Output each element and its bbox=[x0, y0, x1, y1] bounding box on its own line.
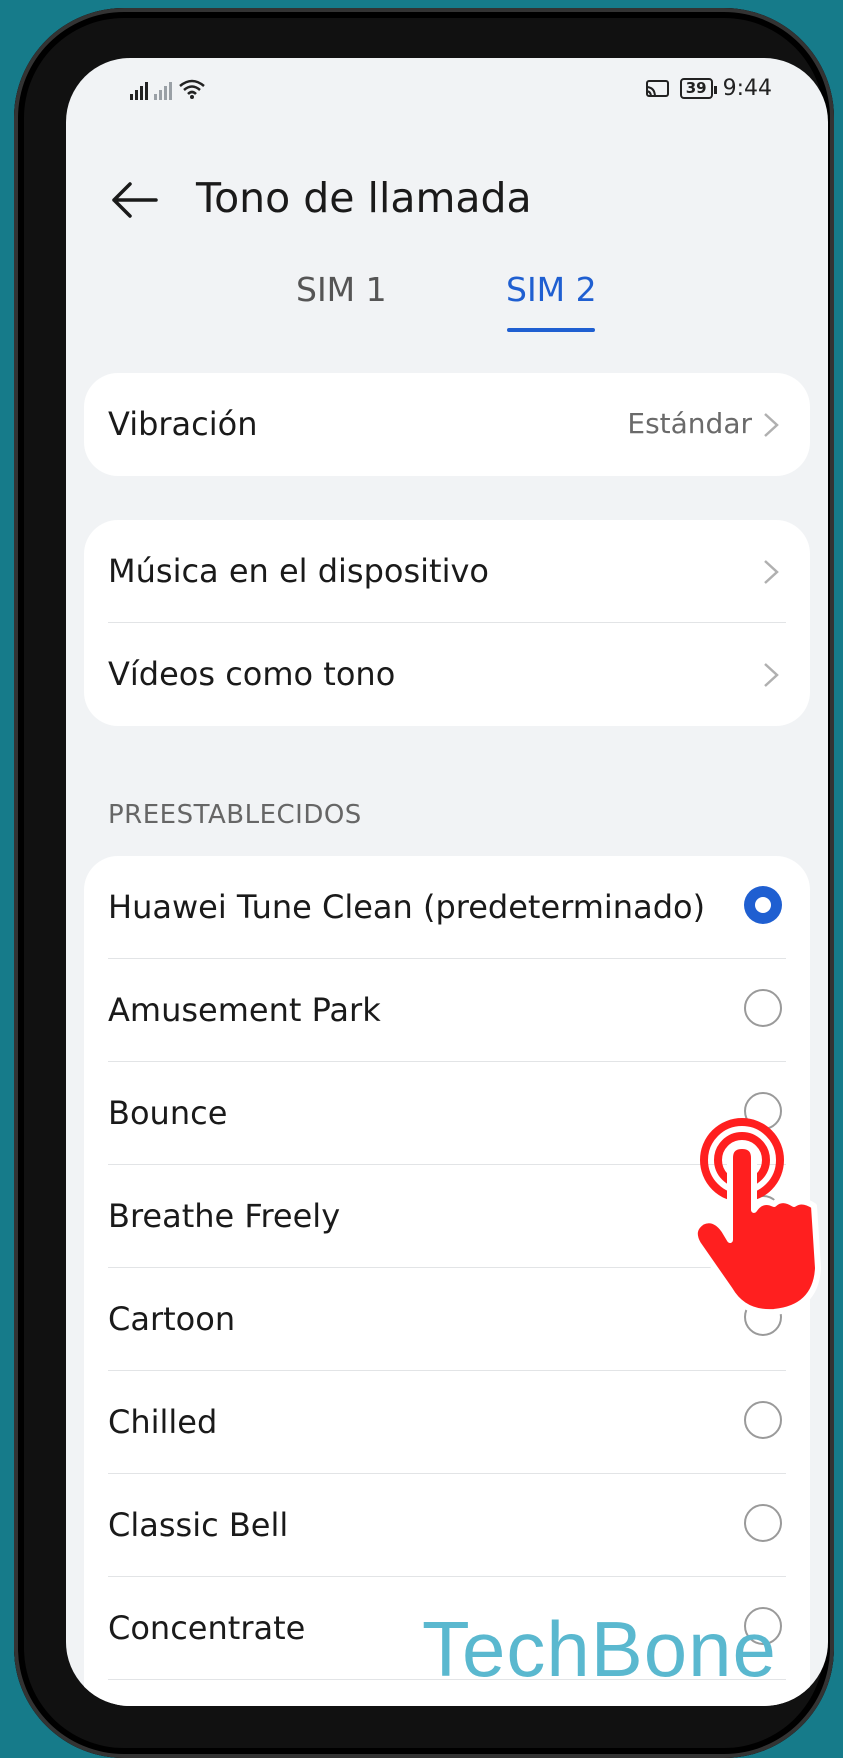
radio-unselected[interactable] bbox=[744, 989, 782, 1027]
sim-tabs: SIM 1 SIM 2 bbox=[66, 270, 828, 350]
vibration-value: Estándar bbox=[627, 407, 752, 440]
vibration-label: Vibración bbox=[108, 405, 258, 443]
source-row-videos[interactable]: Vídeos como tono bbox=[84, 623, 810, 726]
wifi-icon bbox=[179, 79, 205, 99]
vibration-row[interactable]: Vibración Estándar bbox=[84, 373, 810, 476]
radio-unselected[interactable] bbox=[744, 1401, 782, 1439]
preset-row[interactable]: Chilled bbox=[84, 1371, 810, 1474]
source-row-music[interactable]: Música en el dispositivo bbox=[84, 520, 810, 623]
chevron-right-icon bbox=[764, 560, 779, 584]
signal-icon bbox=[130, 78, 148, 100]
preset-row[interactable]: Huawei Tune Clean (predeterminado) bbox=[84, 856, 810, 959]
chevron-right-icon bbox=[764, 413, 779, 437]
back-arrow-icon[interactable] bbox=[110, 180, 158, 220]
status-left bbox=[130, 78, 206, 100]
preset-label: Classic Bell bbox=[108, 1506, 289, 1544]
preset-label: Chilled bbox=[108, 1403, 218, 1441]
cast-icon bbox=[645, 79, 669, 97]
source-label: Vídeos como tono bbox=[108, 655, 396, 693]
preset-label: Breathe Freely bbox=[108, 1197, 341, 1235]
watermark-logo: TechBone bbox=[422, 1605, 777, 1693]
radio-selected[interactable] bbox=[744, 886, 782, 924]
status-right: 39 9:44 bbox=[644, 76, 772, 101]
chevron-right-icon bbox=[764, 663, 779, 687]
tap-hand-icon bbox=[691, 1118, 821, 1316]
phone-frame: 39 9:44 Tono de llamada SIM 1 SIM 2 Vibr… bbox=[14, 8, 834, 1758]
sources-card: Música en el dispositivo Vídeos como ton… bbox=[84, 520, 810, 726]
preset-row[interactable]: Classic Bell bbox=[84, 1474, 810, 1577]
preset-label: Cartoon bbox=[108, 1300, 236, 1338]
battery-indicator: 39 bbox=[679, 78, 717, 99]
source-label: Música en el dispositivo bbox=[108, 552, 489, 590]
active-tab-indicator bbox=[507, 328, 595, 332]
vibration-card: Vibración Estándar bbox=[84, 373, 810, 476]
status-bar: 39 9:44 bbox=[66, 58, 828, 118]
preset-label: Amusement Park bbox=[108, 991, 381, 1029]
page-title: Tono de llamada bbox=[196, 174, 532, 222]
no-signal-icon bbox=[154, 78, 172, 100]
preset-row[interactable]: Amusement Park bbox=[84, 959, 810, 1062]
screen: 39 9:44 Tono de llamada SIM 1 SIM 2 Vibr… bbox=[66, 58, 828, 1706]
section-heading: PREESTABLECIDOS bbox=[108, 800, 362, 830]
clock: 9:44 bbox=[722, 76, 772, 101]
tab-sim-2[interactable]: SIM 2 bbox=[506, 270, 597, 309]
preset-label: Huawei Tune Clean (predeterminado) bbox=[108, 888, 706, 926]
preset-label: Bounce bbox=[108, 1094, 228, 1132]
tab-sim-1[interactable]: SIM 1 bbox=[296, 270, 387, 309]
top-app-bar: Tono de llamada bbox=[66, 158, 828, 248]
preset-label: Concentrate bbox=[108, 1609, 306, 1647]
radio-unselected[interactable] bbox=[744, 1504, 782, 1542]
